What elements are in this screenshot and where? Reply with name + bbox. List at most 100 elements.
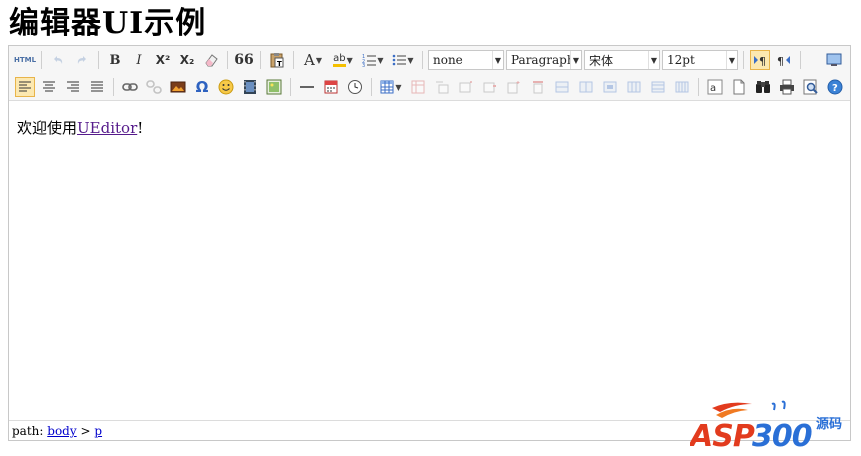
- insertunorderedlist-button[interactable]: ▼: [390, 50, 416, 70]
- backcolor-button[interactable]: ab ▼: [330, 50, 356, 70]
- preview-icon: [803, 79, 818, 95]
- highlight-color-icon: ab: [333, 53, 346, 67]
- binoculars-icon: [756, 81, 770, 93]
- fullscreen-button[interactable]: [824, 50, 844, 70]
- table-icon: [380, 80, 394, 94]
- chevron-down-icon: ▼: [492, 51, 503, 69]
- customstyle-select[interactable]: none ▼: [428, 50, 504, 70]
- redo-button[interactable]: [72, 50, 92, 70]
- justifycenter-button[interactable]: [39, 77, 59, 97]
- link-button[interactable]: [120, 77, 140, 97]
- toolbar-separator: [800, 51, 801, 69]
- anchor-button[interactable]: a: [705, 77, 725, 97]
- emotion-button[interactable]: [216, 77, 236, 97]
- pagebreak-button[interactable]: [729, 77, 749, 97]
- chevron-down-icon: ▼: [726, 51, 737, 69]
- italic-button[interactable]: I: [129, 50, 149, 70]
- splittocols-button[interactable]: [672, 77, 692, 97]
- help-button[interactable]: ?: [825, 77, 845, 97]
- toolbar-separator: [371, 78, 372, 96]
- merge-down-icon: [603, 81, 617, 93]
- fontsize-select[interactable]: 12pt ▼: [662, 50, 738, 70]
- unlink-button[interactable]: [144, 77, 164, 97]
- toolbar-separator: [422, 51, 423, 69]
- paragraph-select[interactable]: Paragraph ▼: [506, 50, 582, 70]
- delete-column-icon: [533, 81, 543, 94]
- svg-text:ASP: ASP: [690, 419, 755, 452]
- time-button[interactable]: [345, 77, 365, 97]
- blockquote-button[interactable]: 66: [234, 50, 254, 70]
- content-text: 欢迎使用: [17, 119, 78, 137]
- unlink-icon: [146, 80, 162, 94]
- toolbar-separator: [113, 78, 114, 96]
- splittorows-button[interactable]: [648, 77, 668, 97]
- insertorderedlist-button[interactable]: 1 2 3 ▼: [360, 50, 386, 70]
- path-separator: >: [80, 424, 91, 438]
- forecolor-button[interactable]: A ▼: [300, 50, 326, 70]
- rtl-icon: ¶: [777, 55, 790, 67]
- delete-table-icon: [411, 80, 425, 94]
- paragraph-value: Paragraph: [511, 53, 570, 67]
- deletetable-button[interactable]: [408, 77, 428, 97]
- deletecol-button[interactable]: [528, 77, 548, 97]
- splittocells-button[interactable]: [624, 77, 644, 97]
- font-color-icon: A: [304, 51, 315, 69]
- pasteplain-button[interactable]: T: [267, 50, 287, 70]
- unordered-list-icon: [393, 54, 407, 66]
- superscript-button[interactable]: X²: [153, 50, 173, 70]
- searchreplace-button[interactable]: [753, 77, 773, 97]
- insertrow-button[interactable]: [456, 77, 476, 97]
- svg-text:T: T: [277, 60, 282, 68]
- editor-content-area[interactable]: 欢迎使用UEditor!: [9, 101, 850, 154]
- justifyleft-button[interactable]: [15, 77, 35, 97]
- calendar-icon: [324, 80, 338, 94]
- ueditor-link[interactable]: UEditor: [77, 119, 137, 137]
- attachment-button[interactable]: [264, 77, 284, 97]
- paste-plain-icon: T: [270, 53, 284, 68]
- svg-text:3: 3: [362, 63, 365, 67]
- clock-icon: [348, 80, 362, 94]
- insertimage-button[interactable]: [168, 77, 188, 97]
- print-button[interactable]: [777, 77, 797, 97]
- path-item-body[interactable]: body: [47, 424, 76, 438]
- horizontal-rule-button[interactable]: [297, 77, 317, 97]
- undo-icon: [54, 56, 63, 64]
- chevron-down-icon: ▼: [315, 55, 322, 65]
- directionality-ltr-button[interactable]: ¶: [750, 50, 770, 70]
- insertcol-button[interactable]: [504, 77, 524, 97]
- chevron-down-icon: ▼: [346, 55, 353, 65]
- svg-text:?: ?: [832, 83, 838, 94]
- removeformat-button[interactable]: [201, 50, 221, 70]
- source-html-button[interactable]: HTML: [14, 50, 36, 70]
- insert-row-icon: [459, 81, 472, 93]
- date-button[interactable]: [321, 77, 341, 97]
- deleterow-button[interactable]: [480, 77, 500, 97]
- toolbar-separator: [743, 51, 744, 69]
- preview-button[interactable]: [801, 77, 821, 97]
- anchor-icon: a: [707, 79, 723, 95]
- toolbar-separator: [41, 51, 42, 69]
- merge-cells-icon: [555, 81, 569, 93]
- mergeright-button[interactable]: [576, 77, 596, 97]
- path-item-p[interactable]: p: [94, 424, 102, 438]
- align-justify-icon: [91, 81, 103, 92]
- editor-toolbar: HTML B I X² X₂ 66 T A ▼ ab ▼ 1 2 3 ▼ ▼ n…: [9, 46, 850, 101]
- subscript-button[interactable]: X₂: [177, 50, 197, 70]
- content-text-suffix: !: [137, 119, 144, 137]
- align-left-icon: [19, 81, 31, 92]
- justifyjustify-button[interactable]: [87, 77, 107, 97]
- bold-button[interactable]: B: [105, 50, 125, 70]
- align-center-icon: [43, 81, 55, 92]
- spechars-button[interactable]: Ω: [192, 77, 212, 97]
- mergecells-button[interactable]: [552, 77, 572, 97]
- undo-button[interactable]: [48, 50, 68, 70]
- fontfamily-select[interactable]: 宋体 ▼: [584, 50, 660, 70]
- horizontal-line-icon: [300, 86, 314, 88]
- justifyright-button[interactable]: [63, 77, 83, 97]
- mergedown-button[interactable]: [600, 77, 620, 97]
- insertparagraphbeforetable-button[interactable]: [432, 77, 452, 97]
- insertvideo-button[interactable]: [240, 77, 260, 97]
- inserttable-button[interactable]: ▼: [378, 77, 404, 97]
- chevron-down-icon: ▼: [648, 51, 659, 69]
- directionality-rtl-button[interactable]: ¶: [774, 50, 794, 70]
